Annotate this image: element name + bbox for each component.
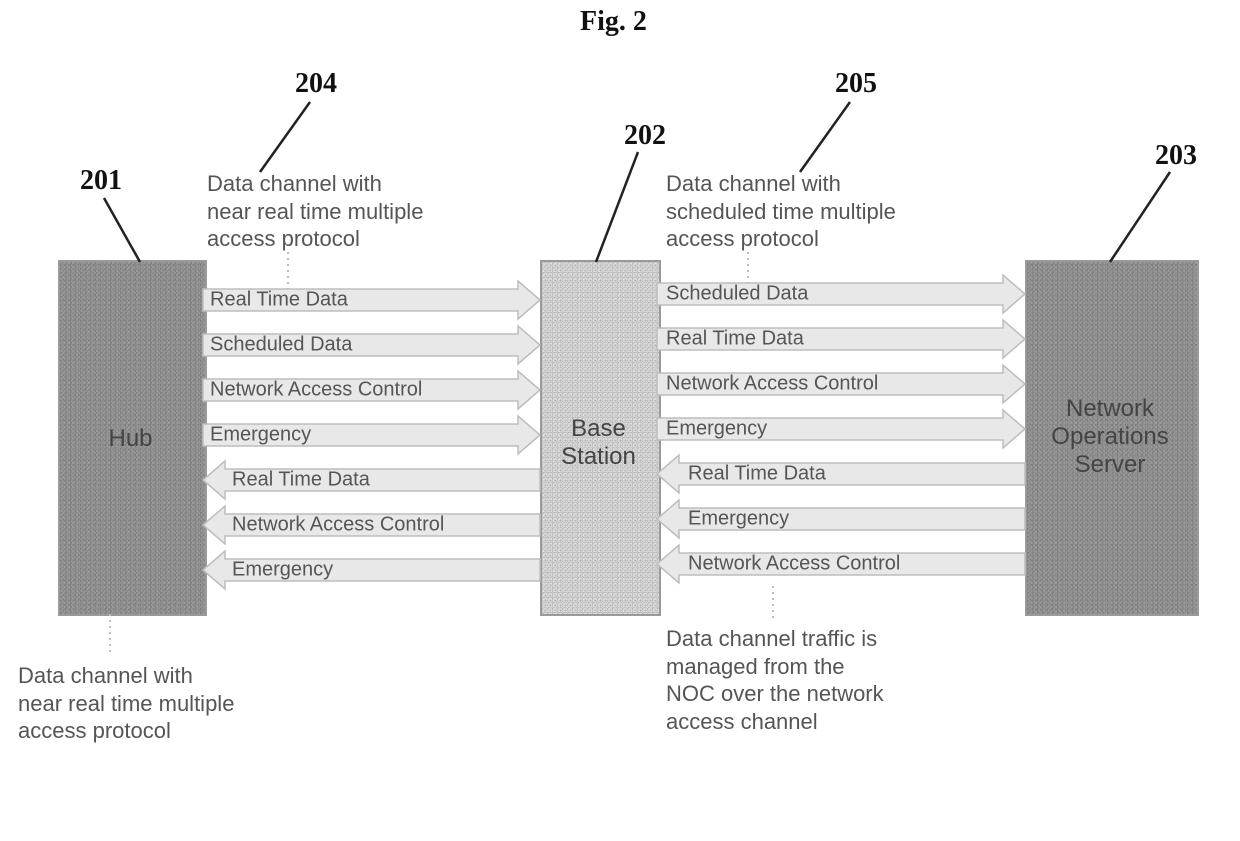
left-arrow-1-right: Real Time Data	[203, 281, 540, 319]
right-arrow-3-right: Network Access Control	[657, 365, 1025, 403]
left-arrow-7-left: Emergency	[203, 551, 540, 589]
ref-202: 202	[624, 120, 666, 152]
caption-bottom-right: Data channel traffic is managed from the…	[666, 625, 884, 735]
svg-text:Real Time Data: Real Time Data	[666, 327, 805, 349]
lead-205	[800, 102, 850, 172]
left-arrow-6-left: Network Access Control	[203, 506, 540, 544]
lead-201	[104, 198, 140, 262]
base-station-node	[540, 260, 661, 616]
svg-text:Real Time Data: Real Time Data	[210, 288, 349, 310]
svg-text:Emergency: Emergency	[232, 558, 333, 580]
svg-text:Real Time Data: Real Time Data	[232, 468, 371, 490]
svg-text:Network Access Control: Network Access Control	[210, 378, 422, 400]
svg-text:Emergency: Emergency	[666, 417, 767, 439]
svg-text:Network Access Control: Network Access Control	[688, 552, 900, 574]
left-arrow-5-left: Real Time Data	[203, 461, 540, 499]
svg-text:Scheduled Data: Scheduled Data	[666, 282, 809, 304]
svg-text:Network Access Control: Network Access Control	[666, 372, 878, 394]
svg-text:Scheduled Data: Scheduled Data	[210, 333, 353, 355]
nos-node	[1025, 260, 1199, 616]
svg-text:Network Access Control: Network Access Control	[232, 513, 444, 535]
left-arrow-3-right: Network Access Control	[203, 371, 540, 409]
right-arrow-4-right: Emergency	[657, 410, 1025, 448]
lead-204	[260, 102, 310, 172]
lead-202	[596, 152, 638, 262]
left-arrow-4-right: Emergency	[203, 416, 540, 454]
hub-node	[58, 260, 207, 616]
svg-text:Emergency: Emergency	[210, 423, 311, 445]
left-arrow-2-right: Scheduled Data	[203, 326, 540, 364]
caption-bottom-left: Data channel with near real time multipl…	[18, 662, 234, 745]
svg-text:Real Time Data: Real Time Data	[688, 462, 827, 484]
lead-203	[1110, 172, 1170, 262]
figure-title: Fig. 2	[580, 6, 647, 38]
caption-204: Data channel with near real time multipl…	[207, 170, 423, 253]
right-arrow-5-left: Real Time Data	[657, 455, 1025, 493]
ref-203: 203	[1155, 140, 1197, 172]
ref-201: 201	[80, 165, 122, 197]
svg-text:Emergency: Emergency	[688, 507, 789, 529]
caption-205: Data channel with scheduled time multipl…	[666, 170, 896, 253]
right-arrow-6-left: Emergency	[657, 500, 1025, 538]
right-arrow-7-left: Network Access Control	[657, 545, 1025, 583]
ref-204: 204	[295, 68, 337, 100]
right-arrow-2-right: Real Time Data	[657, 320, 1025, 358]
right-arrow-1-right: Scheduled Data	[657, 275, 1025, 313]
ref-205: 205	[835, 68, 877, 100]
